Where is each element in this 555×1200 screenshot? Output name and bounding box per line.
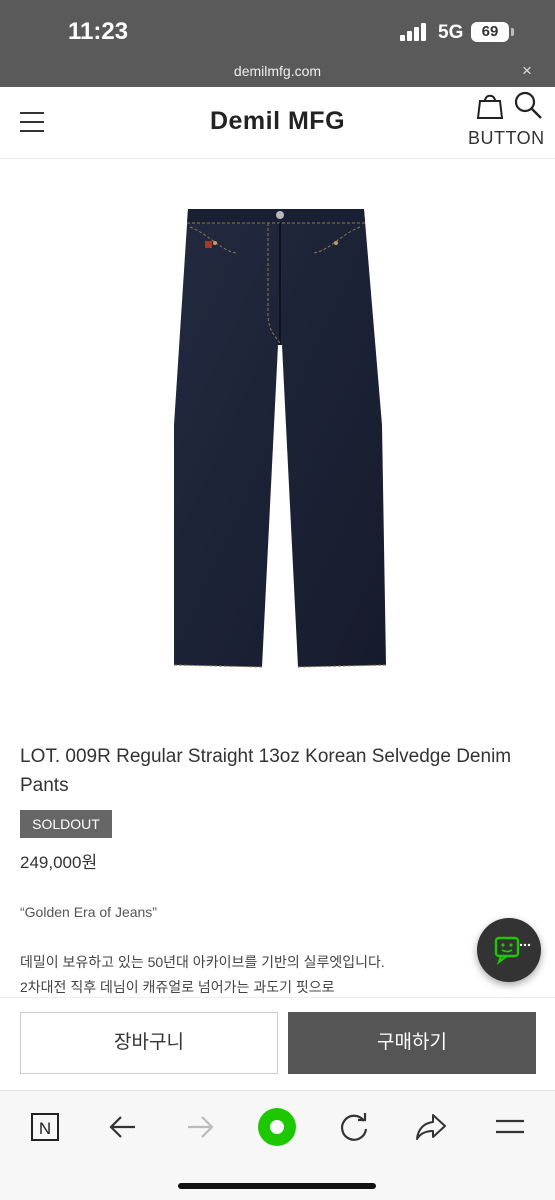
buy-now-button[interactable]: 구매하기 — [288, 1012, 536, 1074]
chat-button[interactable] — [477, 918, 541, 982]
status-time: 11:23 — [68, 18, 129, 45]
network-type: 5G — [438, 22, 464, 43]
product-title: LOT. 009R Regular Straight 13oz Korean S… — [20, 746, 512, 796]
green-dot-icon — [258, 1108, 296, 1146]
battery-cap — [511, 28, 514, 36]
add-to-cart-button[interactable]: 장바구니 — [20, 1012, 278, 1074]
menu-button[interactable] — [490, 1107, 530, 1147]
chat-icon — [494, 936, 531, 965]
arrow-left-icon — [109, 1116, 135, 1138]
shopping-bag-icon[interactable] — [475, 90, 505, 120]
battery-icon: 69 — [471, 22, 509, 42]
arrow-right-icon — [188, 1116, 214, 1138]
back-button[interactable] — [103, 1107, 143, 1147]
product-description-line: 2차대전 직후 데님이 캐쥬얼로 넘어가는 과도기 핏으로 — [20, 979, 335, 995]
refresh-button[interactable] — [334, 1107, 374, 1147]
header-button[interactable]: BUTTON — [468, 128, 545, 149]
green-dot-button[interactable] — [257, 1107, 297, 1147]
refresh-icon — [340, 1113, 368, 1141]
product-description-line: 데밀이 보유하고 있는 50년대 아카이브를 기반의 실루엣입니다. — [20, 954, 385, 970]
share-icon — [416, 1114, 446, 1140]
soldout-badge: SOLDOUT — [20, 810, 112, 838]
home-indicator[interactable] — [178, 1183, 376, 1189]
menu-lines-icon — [496, 1119, 524, 1134]
site-header: Demil MFG BUTTON — [0, 87, 555, 159]
product-price: 249,000원 — [20, 853, 98, 872]
denim-pants-image — [173, 209, 387, 668]
url-text: demilmfg.com — [233, 63, 322, 79]
purchase-actions: 장바구니 구매하기 — [0, 997, 555, 1090]
signal-icon — [400, 23, 428, 41]
n-logo-label: N — [39, 1119, 51, 1138]
status-bar: 11:23 5G 69 — [0, 0, 555, 58]
close-icon[interactable]: × — [522, 61, 532, 81]
share-button[interactable] — [411, 1107, 451, 1147]
n-logo-icon: N — [31, 1113, 59, 1141]
naver-home-button[interactable]: N — [25, 1107, 65, 1147]
search-icon[interactable] — [512, 89, 544, 121]
forward-button[interactable] — [180, 1107, 220, 1147]
browser-url-bar[interactable]: demilmfg.com × — [0, 58, 555, 87]
product-quote: “Golden Era of Jeans” — [20, 904, 157, 920]
